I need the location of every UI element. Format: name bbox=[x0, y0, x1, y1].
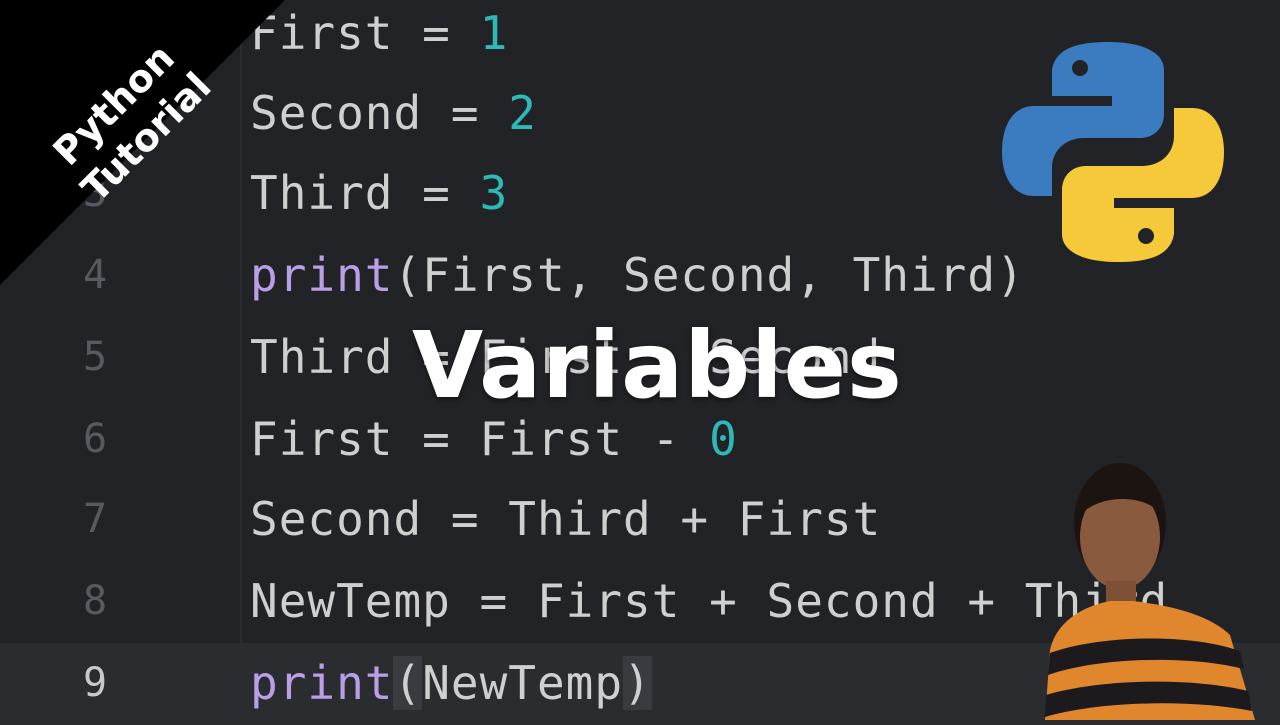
code-token: NewTemp = First + Second + Third bbox=[250, 574, 1169, 628]
code-text[interactable]: Second = Third + First bbox=[250, 478, 881, 560]
code-text[interactable]: print(First, Second, Third) bbox=[250, 234, 1025, 316]
code-token: ( bbox=[393, 656, 423, 710]
code-token: 1 bbox=[479, 6, 509, 60]
code-token: 2 bbox=[508, 86, 537, 140]
line-number: 7 bbox=[82, 496, 108, 542]
code-token: (First, Second, Third) bbox=[393, 248, 1025, 302]
code-token: ) bbox=[623, 656, 652, 710]
code-token: 3 bbox=[479, 166, 509, 220]
code-text[interactable]: NewTemp = First + Second + Third bbox=[250, 560, 1168, 642]
line-number: 9 bbox=[82, 660, 108, 706]
line-number: 6 bbox=[82, 416, 108, 462]
code-token: Second = Third + First bbox=[250, 492, 882, 546]
code-text[interactable]: Third = 3 bbox=[250, 152, 508, 234]
presenter-photo bbox=[1045, 463, 1255, 720]
code-token: 0 bbox=[709, 412, 738, 466]
line-number: 5 bbox=[82, 334, 108, 380]
code-token: print bbox=[250, 656, 394, 710]
code-text[interactable]: print(NewTemp) bbox=[250, 642, 652, 724]
code-token: NewTemp bbox=[422, 656, 624, 710]
line-number: 8 bbox=[82, 578, 108, 624]
code-token: First = First - bbox=[250, 412, 710, 466]
video-title: Variables bbox=[412, 312, 903, 419]
code-text[interactable]: Second = 2 bbox=[250, 72, 537, 154]
code-text[interactable]: First = 1 bbox=[250, 0, 508, 74]
python-logo-icon bbox=[1002, 42, 1224, 262]
code-token: Second = bbox=[250, 86, 509, 140]
